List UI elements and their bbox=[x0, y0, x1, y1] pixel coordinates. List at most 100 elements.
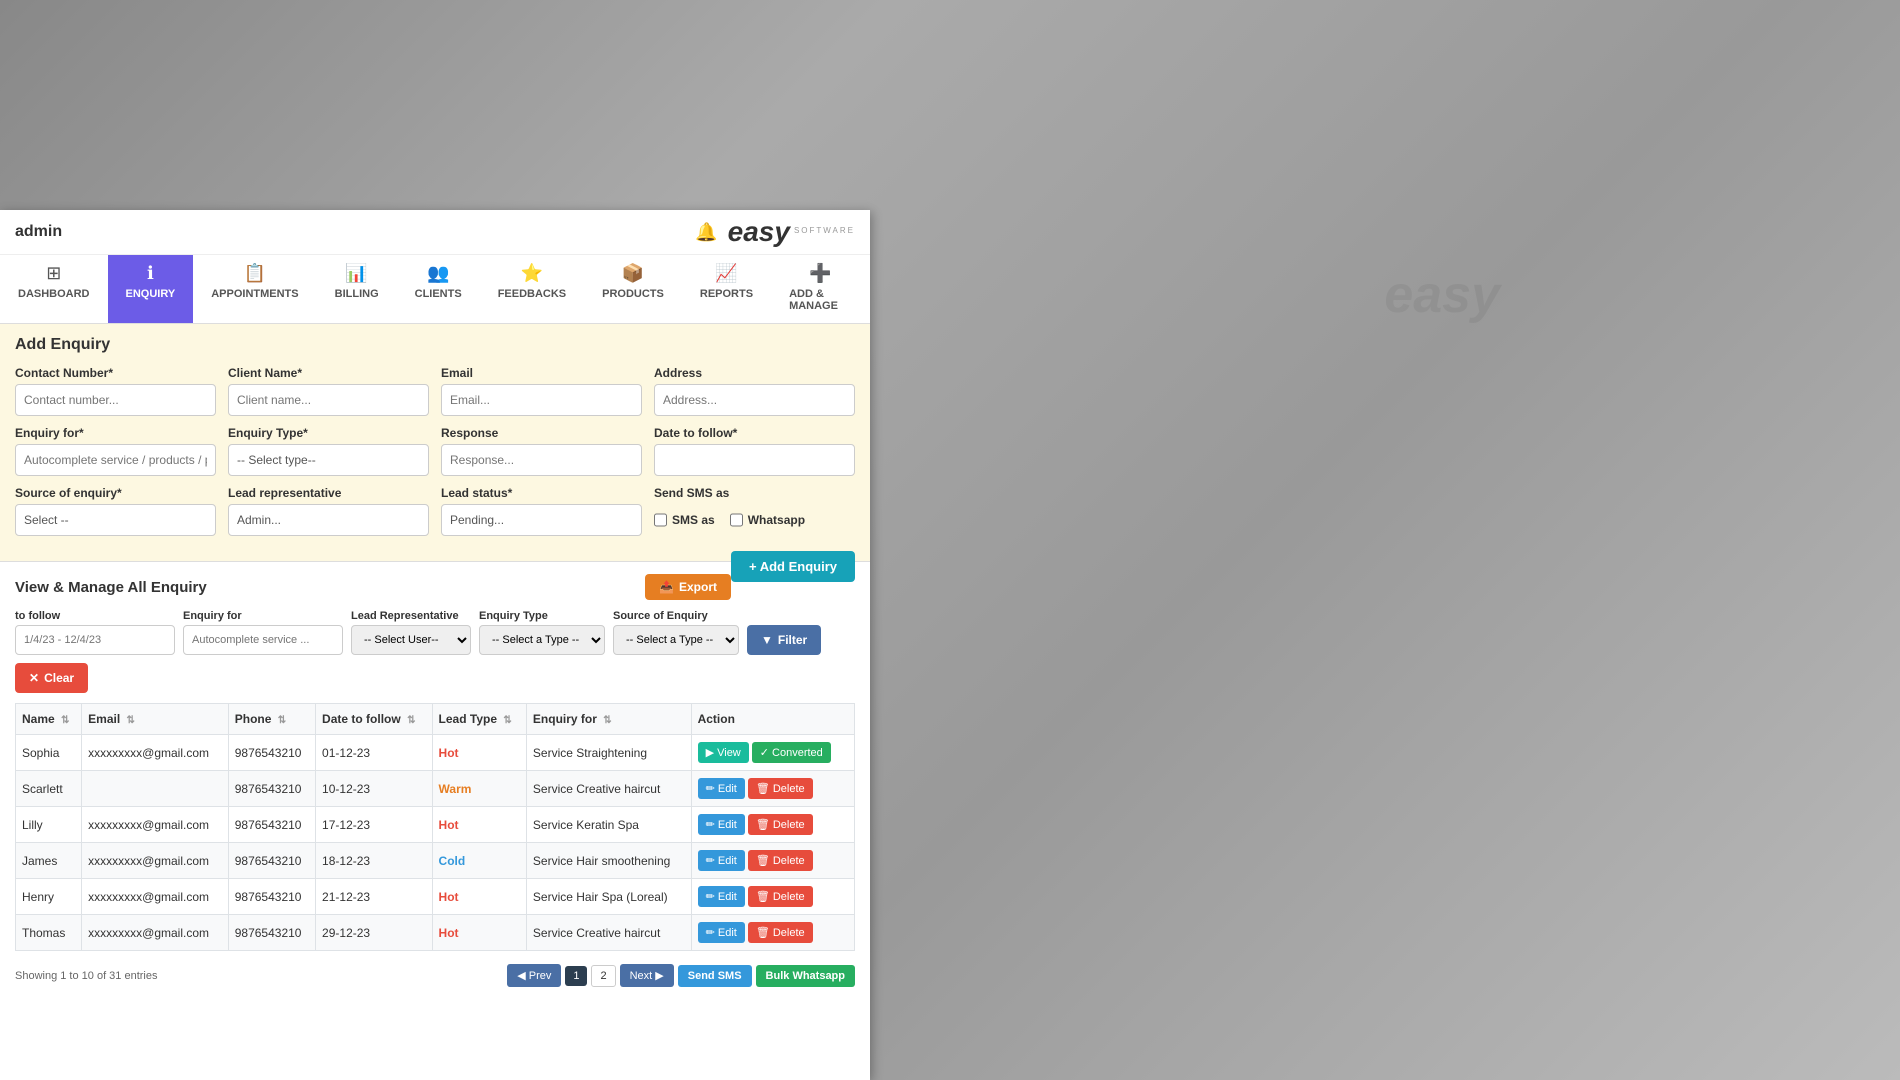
add-enquiry-button[interactable]: + Add Enquiry bbox=[731, 551, 855, 582]
contact-number-input[interactable] bbox=[15, 384, 216, 416]
cell-date: 18-12-23 bbox=[316, 843, 433, 879]
filter-date-input[interactable] bbox=[15, 625, 175, 655]
filter-source-group: Source of Enquiry -- Select a Type -- bbox=[613, 610, 739, 655]
filter-lead-rep-label: Lead Representative bbox=[351, 610, 471, 622]
billing-icon: 📊 bbox=[345, 263, 367, 284]
converted-button[interactable]: ✓ Converted bbox=[752, 742, 831, 763]
delete-button[interactable]: 🗑 Delete bbox=[748, 922, 813, 943]
nav-billing[interactable]: 📊 BILLING bbox=[317, 255, 397, 323]
page-1-button[interactable]: 1 bbox=[565, 966, 587, 986]
page-info: Showing 1 to 10 of 31 entries bbox=[15, 970, 157, 982]
lead-rep-select[interactable]: Admin... bbox=[228, 504, 429, 536]
cell-phone: 9876543210 bbox=[228, 915, 315, 951]
prev-button[interactable]: ◀ Prev bbox=[507, 964, 561, 987]
cell-action: ✏ Edit🗑 Delete bbox=[691, 843, 854, 879]
nav-appointments[interactable]: 📋 APPOINTMENTS bbox=[193, 255, 316, 323]
filter-source-select[interactable]: -- Select a Type -- bbox=[613, 625, 739, 655]
nav-dashboard[interactable]: ⊞ DASHBOARD bbox=[0, 255, 108, 323]
response-group: Response bbox=[441, 426, 642, 476]
nav-products[interactable]: 📦 PRODUCTS bbox=[584, 255, 682, 323]
bell-icon[interactable]: 🔔 bbox=[695, 222, 717, 243]
cell-email: xxxxxxxxx@gmail.com bbox=[82, 735, 229, 771]
products-icon: 📦 bbox=[622, 263, 644, 284]
cell-email: xxxxxxxxx@gmail.com bbox=[82, 843, 229, 879]
date-to-follow-input[interactable]: 2023-12-15 bbox=[654, 444, 855, 476]
send-sms-action-button[interactable]: Send SMS bbox=[678, 965, 752, 987]
cell-date: 10-12-23 bbox=[316, 771, 433, 807]
cell-enquiry-for: Service Keratin Spa bbox=[526, 807, 691, 843]
lead-type-badge: Hot bbox=[439, 890, 459, 904]
filter-enquiry-for-input[interactable] bbox=[183, 625, 343, 655]
nav-feedbacks[interactable]: ⭐ FEEDBACKS bbox=[480, 255, 584, 323]
edit-button[interactable]: ✏ Edit bbox=[698, 886, 745, 907]
filter-icon: ▼ bbox=[761, 633, 773, 647]
enquiry-type-group: Enquiry Type* -- Select type-- bbox=[228, 426, 429, 476]
enquiry-for-input[interactable] bbox=[15, 444, 216, 476]
response-input[interactable] bbox=[441, 444, 642, 476]
lead-status-select[interactable]: Pending... bbox=[441, 504, 642, 536]
cell-name: Thomas bbox=[16, 915, 82, 951]
lead-type-sort-icon[interactable]: ⇅ bbox=[503, 715, 511, 726]
export-button[interactable]: 📤 Export bbox=[645, 574, 731, 600]
source-of-enquiry-select[interactable]: Select -- bbox=[15, 504, 216, 536]
nav-dashboard-label: DASHBOARD bbox=[18, 288, 90, 300]
form-row-1: Contact Number* Client Name* Email Addre… bbox=[15, 366, 855, 416]
nav-enquiry[interactable]: ℹ ENQUIRY bbox=[108, 255, 194, 323]
edit-button[interactable]: ✏ Edit bbox=[698, 850, 745, 871]
sms-as-checkbox[interactable] bbox=[654, 504, 667, 536]
filter-lead-rep-select[interactable]: -- Select User-- bbox=[351, 625, 471, 655]
name-sort-icon[interactable]: ⇅ bbox=[61, 715, 69, 726]
email-input[interactable] bbox=[441, 384, 642, 416]
clear-button[interactable]: ✕ Clear bbox=[15, 663, 88, 693]
bulk-whatsapp-button[interactable]: Bulk Whatsapp bbox=[756, 965, 855, 987]
date-to-follow-group: Date to follow* 2023-12-15 bbox=[654, 426, 855, 476]
cell-name: Henry bbox=[16, 879, 82, 915]
enquiry-icon: ℹ bbox=[147, 263, 154, 284]
delete-button[interactable]: 🗑 Delete bbox=[748, 814, 813, 835]
view-button[interactable]: ▶ View bbox=[698, 742, 749, 763]
edit-button[interactable]: ✏ Edit bbox=[698, 814, 745, 835]
export-label: Export bbox=[679, 580, 717, 594]
reports-icon: 📈 bbox=[715, 263, 737, 284]
page-2-button[interactable]: 2 bbox=[591, 965, 615, 987]
address-input[interactable] bbox=[654, 384, 855, 416]
cell-action: ✏ Edit🗑 Delete bbox=[691, 771, 854, 807]
lead-status-label: Lead status* bbox=[441, 486, 642, 500]
enquiry-type-select[interactable]: -- Select type-- bbox=[228, 444, 429, 476]
email-sort-icon[interactable]: ⇅ bbox=[127, 715, 135, 726]
nav-reports[interactable]: 📈 REPORTS bbox=[682, 255, 771, 323]
lead-type-badge: Warm bbox=[439, 782, 472, 796]
phone-sort-icon[interactable]: ⇅ bbox=[278, 715, 286, 726]
table-row: James xxxxxxxxx@gmail.com 9876543210 18-… bbox=[16, 843, 855, 879]
delete-button[interactable]: 🗑 Delete bbox=[748, 778, 813, 799]
send-sms-checkboxes: SMS as Whatsapp bbox=[654, 504, 855, 536]
edit-button[interactable]: ✏ Edit bbox=[698, 778, 745, 799]
next-button[interactable]: Next ▶ bbox=[620, 964, 674, 987]
filter-button[interactable]: ▼ Filter bbox=[747, 625, 821, 655]
cell-email: xxxxxxxxx@gmail.com bbox=[82, 807, 229, 843]
view-manage-section: View & Manage All Enquiry 📤 Export to fo… bbox=[0, 562, 870, 1007]
email-label: Email bbox=[441, 366, 642, 380]
address-group: Address bbox=[654, 366, 855, 416]
delete-button[interactable]: 🗑 Delete bbox=[748, 850, 813, 871]
nav-add-manage[interactable]: ➕ ADD & MANAGE bbox=[771, 255, 870, 323]
edit-button[interactable]: ✏ Edit bbox=[698, 922, 745, 943]
filter-label: Filter bbox=[778, 633, 807, 647]
filter-enquiry-type-select[interactable]: -- Select a Type -- bbox=[479, 625, 605, 655]
enquiry-for-sort-icon[interactable]: ⇅ bbox=[603, 715, 611, 726]
col-lead-type: Lead Type ⇅ bbox=[432, 704, 526, 735]
cell-action: ✏ Edit🗑 Delete bbox=[691, 915, 854, 951]
enquiry-type-label: Enquiry Type* bbox=[228, 426, 429, 440]
table-container: Name ⇅ Email ⇅ Phone ⇅ Date to follow bbox=[15, 703, 855, 951]
sms-as-checkbox-label[interactable]: SMS as bbox=[654, 504, 715, 536]
delete-button[interactable]: 🗑 Delete bbox=[748, 886, 813, 907]
form-row-2: Enquiry for* Enquiry Type* -- Select typ… bbox=[15, 426, 855, 476]
whatsapp-checkbox[interactable] bbox=[730, 504, 743, 536]
client-name-input[interactable] bbox=[228, 384, 429, 416]
whatsapp-checkbox-label[interactable]: Whatsapp bbox=[730, 504, 805, 536]
nav-clients[interactable]: 👥 CLIENTS bbox=[397, 255, 480, 323]
date-sort-icon[interactable]: ⇅ bbox=[407, 715, 415, 726]
contact-number-group: Contact Number* bbox=[15, 366, 216, 416]
cell-phone: 9876543210 bbox=[228, 879, 315, 915]
cell-enquiry-for: Service Creative haircut bbox=[526, 915, 691, 951]
